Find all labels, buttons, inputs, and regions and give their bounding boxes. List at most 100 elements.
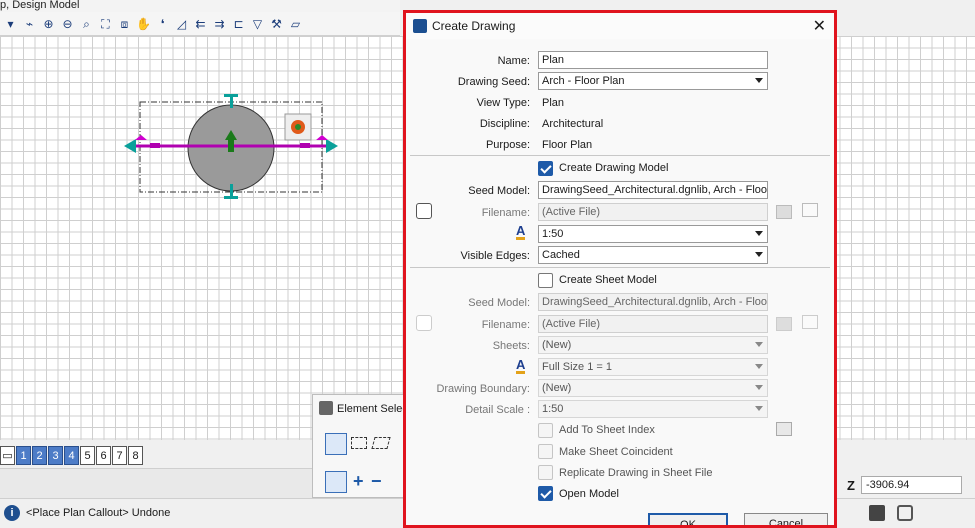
- chevron-down-icon: [755, 231, 763, 236]
- annotation-scale-icon: A: [516, 223, 526, 240]
- folder-icon[interactable]: [776, 317, 792, 331]
- chevron-down-icon: [755, 78, 763, 83]
- drawing-boundary-value: (New): [542, 382, 572, 394]
- pan-hand-icon[interactable]: ✋: [135, 15, 152, 33]
- chevron-down-icon: [755, 385, 763, 390]
- sheet-filename-field[interactable]: (Active File): [538, 315, 768, 333]
- view-menu-arrow-icon[interactable]: ▾: [2, 15, 19, 33]
- drawing-scale-value: 1:50: [542, 228, 564, 240]
- create-drawing-model-checkbox[interactable]: [538, 161, 553, 176]
- view-tab-4[interactable]: 4: [64, 446, 79, 465]
- save-icon[interactable]: [869, 505, 885, 521]
- fit-view-icon[interactable]: ⛶: [97, 15, 114, 33]
- name-label: Name:: [497, 55, 530, 67]
- view-toggle-icon[interactable]: ▭: [0, 446, 15, 465]
- add-to-sheet-index-label: Add To Sheet Index: [559, 424, 655, 436]
- next-view-icon[interactable]: ⇉: [211, 15, 228, 33]
- dialog-titlebar: Create Drawing ✕: [406, 13, 834, 39]
- purpose-label: Purpose:: [485, 139, 530, 151]
- callout-element[interactable]: [0, 36, 400, 440]
- drawing-scale-dropdown[interactable]: 1:50: [538, 225, 768, 243]
- saved-view-icon[interactable]: ▱: [287, 15, 304, 33]
- view-tabs: ▭ 1 2 3 4 5 6 7 8: [0, 446, 143, 465]
- walk-icon[interactable]: ❛: [154, 15, 171, 33]
- top-handle-stem: [230, 94, 233, 108]
- polygon-select-icon[interactable]: [371, 437, 391, 449]
- drawing-filename-field[interactable]: (Active File): [538, 203, 768, 221]
- sheet-seed-model-field[interactable]: DrawingSeed_Architectural.dgnlib, Arch -…: [538, 293, 768, 311]
- camera-icon[interactable]: ◿: [173, 15, 190, 33]
- sheets-dropdown[interactable]: (New): [538, 336, 768, 354]
- chevron-down-icon: [755, 364, 763, 369]
- drawing-seed-label: Drawing Seed:: [457, 76, 530, 88]
- left-vertex-marker: [135, 135, 147, 140]
- prev-view-icon[interactable]: ⇇: [192, 15, 209, 33]
- view-cube-icon[interactable]: ⧈: [116, 15, 133, 33]
- sheets-value: (New): [542, 339, 572, 351]
- create-drawing-model-label: Create Drawing Model: [559, 162, 669, 174]
- view-tab-7[interactable]: 7: [112, 446, 127, 465]
- view-tab-6[interactable]: 6: [96, 446, 111, 465]
- zoom-out-icon[interactable]: ⊖: [59, 15, 76, 33]
- drawing-filename-label: Filename:: [481, 207, 530, 219]
- drawing-seed-model-field[interactable]: DrawingSeed_Architectural.dgnlib, Arch -…: [538, 181, 768, 199]
- left-arrow-handle: [124, 139, 136, 153]
- sheet-filename-label: Filename:: [481, 319, 530, 331]
- visible-edges-dropdown[interactable]: Cached: [538, 246, 768, 264]
- view-tab-5[interactable]: 5: [80, 446, 95, 465]
- open-model-checkbox[interactable]: [538, 486, 553, 501]
- detail-scale-label: Detail Scale :: [465, 404, 530, 416]
- visible-edges-value: Cached: [542, 249, 580, 261]
- view-type-value: Plan: [542, 97, 565, 109]
- view-display-icon[interactable]: ▽: [249, 15, 266, 33]
- pointer-icon[interactable]: [325, 471, 347, 493]
- view-tab-3[interactable]: 3: [48, 446, 63, 465]
- rectangle-select-icon[interactable]: [351, 437, 367, 449]
- new-file-icon[interactable]: [802, 315, 818, 329]
- view-toolbar: ▾ ⌁ ⊕ ⊖ ⌕ ⛶ ⧈ ✋ ❛ ◿ ⇇ ⇉ ⊏ ▽ ⚒ ▱: [0, 12, 400, 36]
- sheet-scale-dropdown[interactable]: Full Size 1 = 1: [538, 358, 768, 376]
- sheet-seed-model-label: Seed Model:: [468, 297, 530, 309]
- info-icon[interactable]: i: [4, 505, 20, 521]
- drawing-boundary-label: Drawing Boundary:: [436, 383, 530, 395]
- new-file-icon[interactable]: [802, 203, 818, 217]
- element-selection-title: Element Selec: [337, 403, 405, 415]
- select-mode-icon[interactable]: [325, 433, 347, 455]
- drawing-boundary-dropdown[interactable]: (New): [538, 379, 768, 397]
- broom-icon[interactable]: ⌁: [21, 15, 38, 33]
- zoom-window-icon[interactable]: ⌕: [78, 15, 95, 33]
- render-icon[interactable]: ⚒: [268, 15, 285, 33]
- copy-view-icon[interactable]: ⊏: [230, 15, 247, 33]
- subtract-icon[interactable]: −: [371, 471, 382, 492]
- bottom-handle-stem: [230, 184, 233, 198]
- zoom-in-icon[interactable]: ⊕: [40, 15, 57, 33]
- sheet-index-icon[interactable]: [776, 422, 792, 436]
- view-tab-1[interactable]: 1: [16, 446, 31, 465]
- folder-icon[interactable]: [776, 205, 792, 219]
- tool-settings-bar: [0, 468, 330, 498]
- view-tab-2[interactable]: 2: [32, 446, 47, 465]
- cancel-button[interactable]: Cancel: [744, 513, 828, 525]
- name-input[interactable]: Plan: [538, 51, 768, 69]
- add-to-sheet-index-checkbox[interactable]: [538, 423, 553, 438]
- add-icon[interactable]: +: [353, 471, 364, 492]
- ok-button[interactable]: OK: [648, 513, 728, 525]
- status-message: <Place Plan Callout> Undone: [26, 507, 171, 519]
- replicate-drawing-checkbox[interactable]: [538, 465, 553, 480]
- replicate-drawing-label: Replicate Drawing in Sheet File: [559, 467, 713, 479]
- drawing-seed-model-label: Seed Model:: [468, 185, 530, 197]
- close-icon[interactable]: ✕: [813, 16, 826, 36]
- app-icon: [413, 19, 427, 33]
- drawing-seed-dropdown[interactable]: Arch - Floor Plan: [538, 72, 768, 90]
- make-sheet-coincident-checkbox[interactable]: [538, 444, 553, 459]
- separator: [410, 155, 830, 156]
- right-arrow-handle: [326, 139, 338, 153]
- settings-icon[interactable]: [897, 505, 913, 521]
- create-sheet-model-checkbox[interactable]: [538, 273, 553, 288]
- z-coordinate-field[interactable]: -3906.94: [861, 476, 962, 494]
- chevron-down-icon: [755, 252, 763, 257]
- detail-scale-dropdown[interactable]: 1:50: [538, 400, 768, 418]
- element-selection-icon: [319, 401, 333, 415]
- view-tab-8[interactable]: 8: [128, 446, 143, 465]
- sheets-label: Sheets:: [492, 340, 530, 352]
